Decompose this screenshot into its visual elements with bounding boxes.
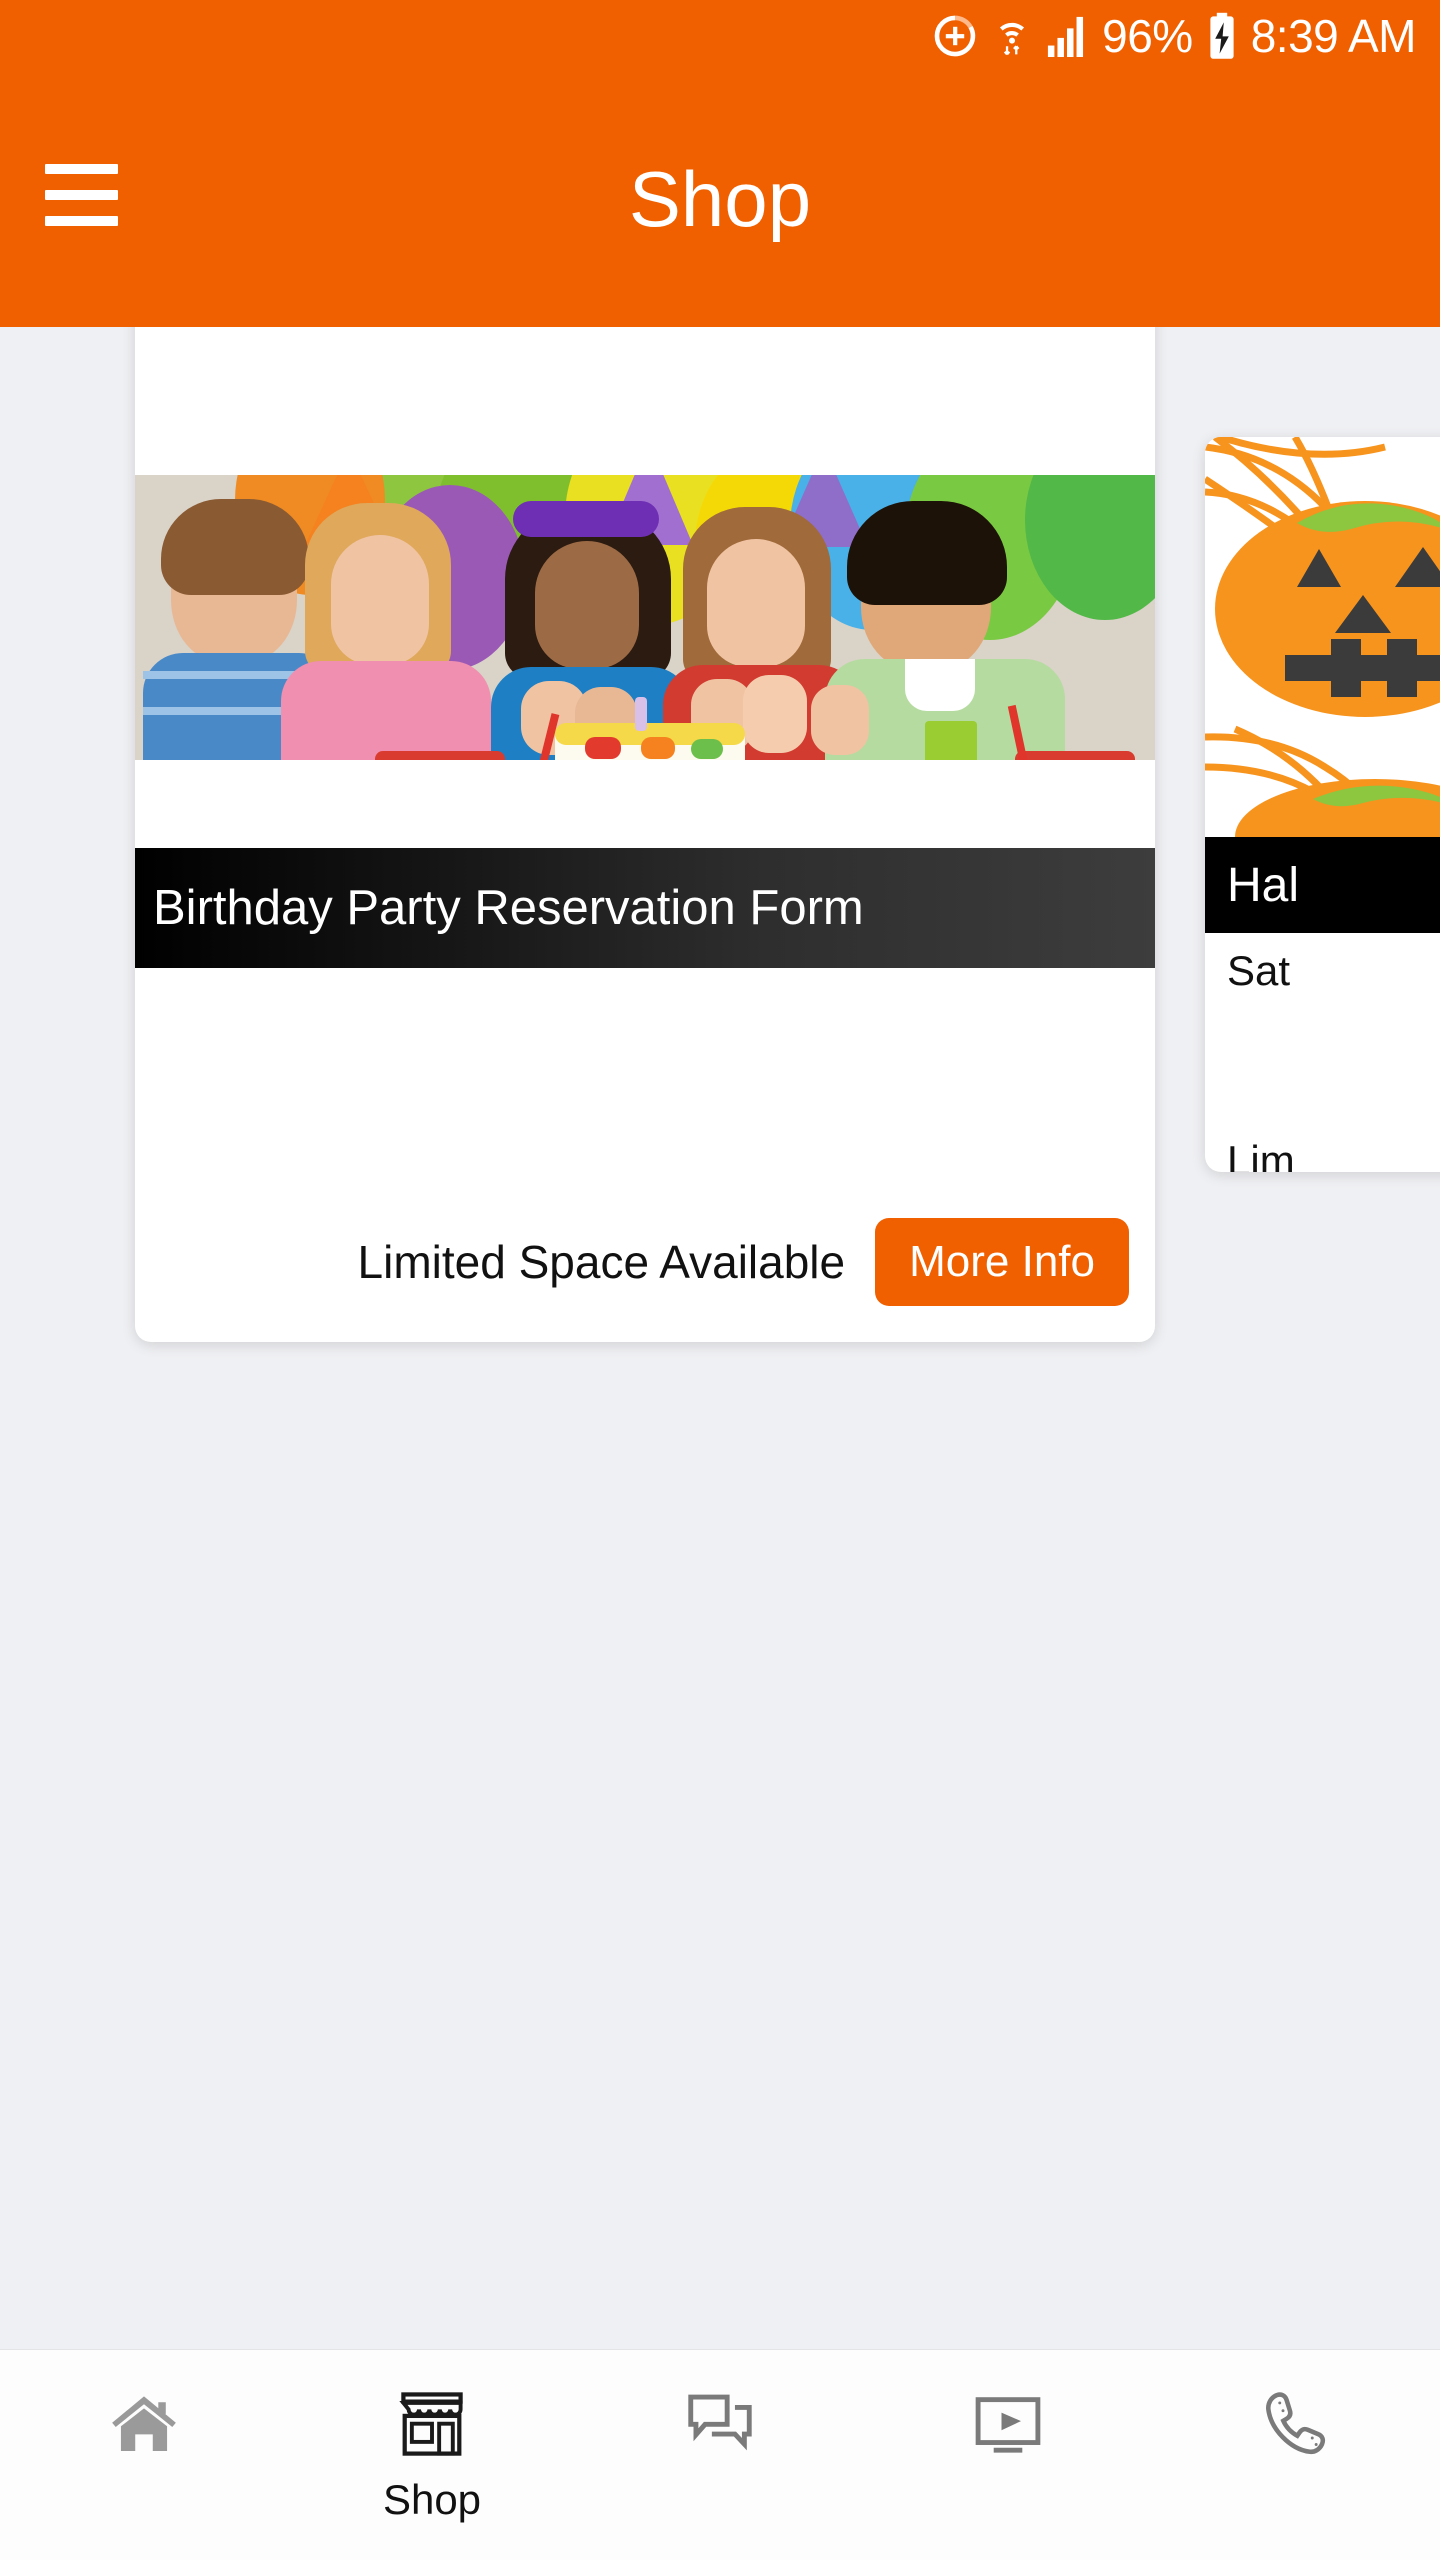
status-bar: 96% 8:39 AM [0,0,1440,72]
nav-item-phone[interactable] [1152,2350,1440,2560]
shop-card-birthday[interactable]: Birthday Party Reservation Form Limited … [135,327,1155,1342]
card-title-bar: Birthday Party Reservation Form [135,848,1155,968]
wifi-icon [992,13,1032,59]
phone-icon [1257,2386,1335,2469]
nav-item-chat[interactable] [576,2350,864,2560]
nav-item-video[interactable] [864,2350,1152,2560]
nav-label-shop: Shop [382,2476,482,2523]
app-bar: Shop [0,72,1440,327]
video-icon [969,2386,1047,2469]
shop-card-halloween[interactable]: Hal Sat Lim [1205,437,1440,1172]
clock-label: 8:39 AM [1250,10,1417,62]
page-title: Shop [628,155,812,243]
bottom-navigation-bar: Shop [0,2349,1440,2560]
card-footer: Limited Space Available More Info [135,1182,1155,1342]
signal-bars-icon [1046,13,1088,59]
battery-percent-label: 96% [1102,10,1193,62]
halloween-image [1205,437,1440,837]
birthday-party-image [135,475,1155,760]
availability-note: Lim [1227,1137,1295,1172]
nav-item-home[interactable] [0,2350,288,2560]
availability-note: Limited Space Available [357,1236,846,1288]
battery-charging-icon [1207,12,1237,60]
store-icon [393,2386,471,2469]
shop-card-carousel[interactable]: Birthday Party Reservation Form Limited … [0,327,1440,2349]
card-title: Hal [1227,858,1300,912]
card-title: Birthday Party Reservation Form [153,881,864,935]
add-circle-icon [932,13,978,59]
nav-item-shop[interactable]: Shop [288,2350,576,2560]
more-info-button[interactable]: More Info [875,1218,1129,1306]
card-subtitle: Sat [1227,947,1291,994]
chat-icon [681,2386,759,2469]
card-title-bar: Hal [1205,837,1440,933]
home-icon [105,2386,183,2469]
